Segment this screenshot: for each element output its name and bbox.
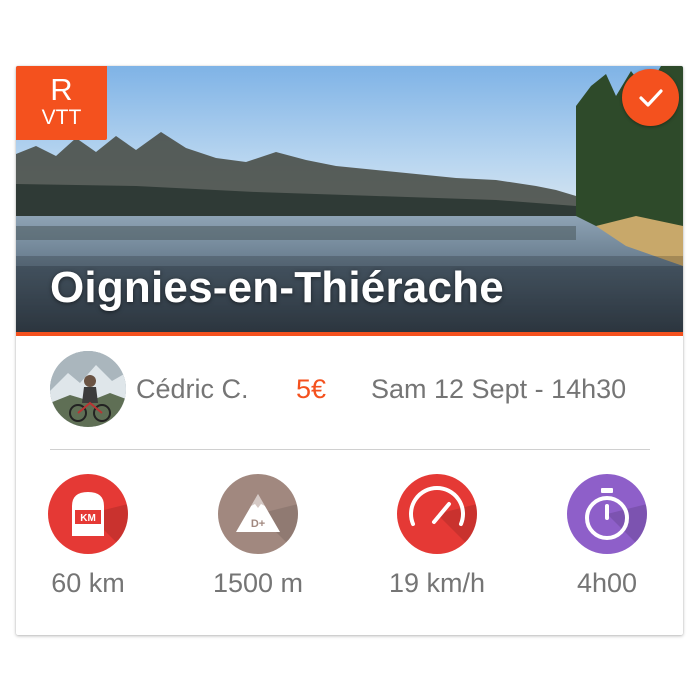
cyclist-photo-icon (50, 351, 126, 427)
ride-price: 5€ (296, 374, 327, 404)
stat-elevation-value: 1500 m (212, 568, 304, 598)
ride-info-row: Cédric C. 5€ Sam 12 Sept - 14h30 (16, 336, 683, 449)
distance-km-icon: KM (48, 474, 128, 554)
elevation-icon-text: D+ (251, 518, 265, 530)
stat-distance: KM 60 km (16, 474, 163, 599)
stopwatch-icon (567, 474, 647, 554)
speedometer-icon (397, 474, 477, 554)
km-icon-text: KM (80, 513, 96, 524)
level-label: R (50, 72, 73, 107)
ride-date: Sam 12 Sept - 14h30 (371, 374, 627, 404)
stat-duration-value: 4h00 (576, 568, 638, 598)
stat-speed: 19 km/h (362, 474, 512, 599)
check-icon (638, 88, 663, 107)
stat-duration: 4h00 (532, 474, 682, 599)
stat-distance-value: 60 km (51, 568, 125, 598)
level-badge: R VTT (16, 66, 107, 140)
ride-title: Oignies-en-Thiérache (50, 263, 504, 312)
organizer-name[interactable]: Cédric C. (136, 374, 249, 405)
stat-speed-value: 19 km/h (388, 568, 486, 598)
elevation-icon: D+ (218, 474, 298, 554)
hero-image: R VTT Oignies-en-Thiérache (16, 66, 683, 332)
organizer-avatar[interactable] (50, 351, 126, 427)
stat-elevation: D+ 1500 m (183, 474, 333, 599)
completed-check-button[interactable] (622, 69, 679, 126)
ride-type-label: VTT (41, 106, 82, 129)
divider (50, 449, 650, 450)
ride-card[interactable]: R VTT Oignies-en-Thiérache Cédric C. 5€ … (16, 66, 683, 635)
